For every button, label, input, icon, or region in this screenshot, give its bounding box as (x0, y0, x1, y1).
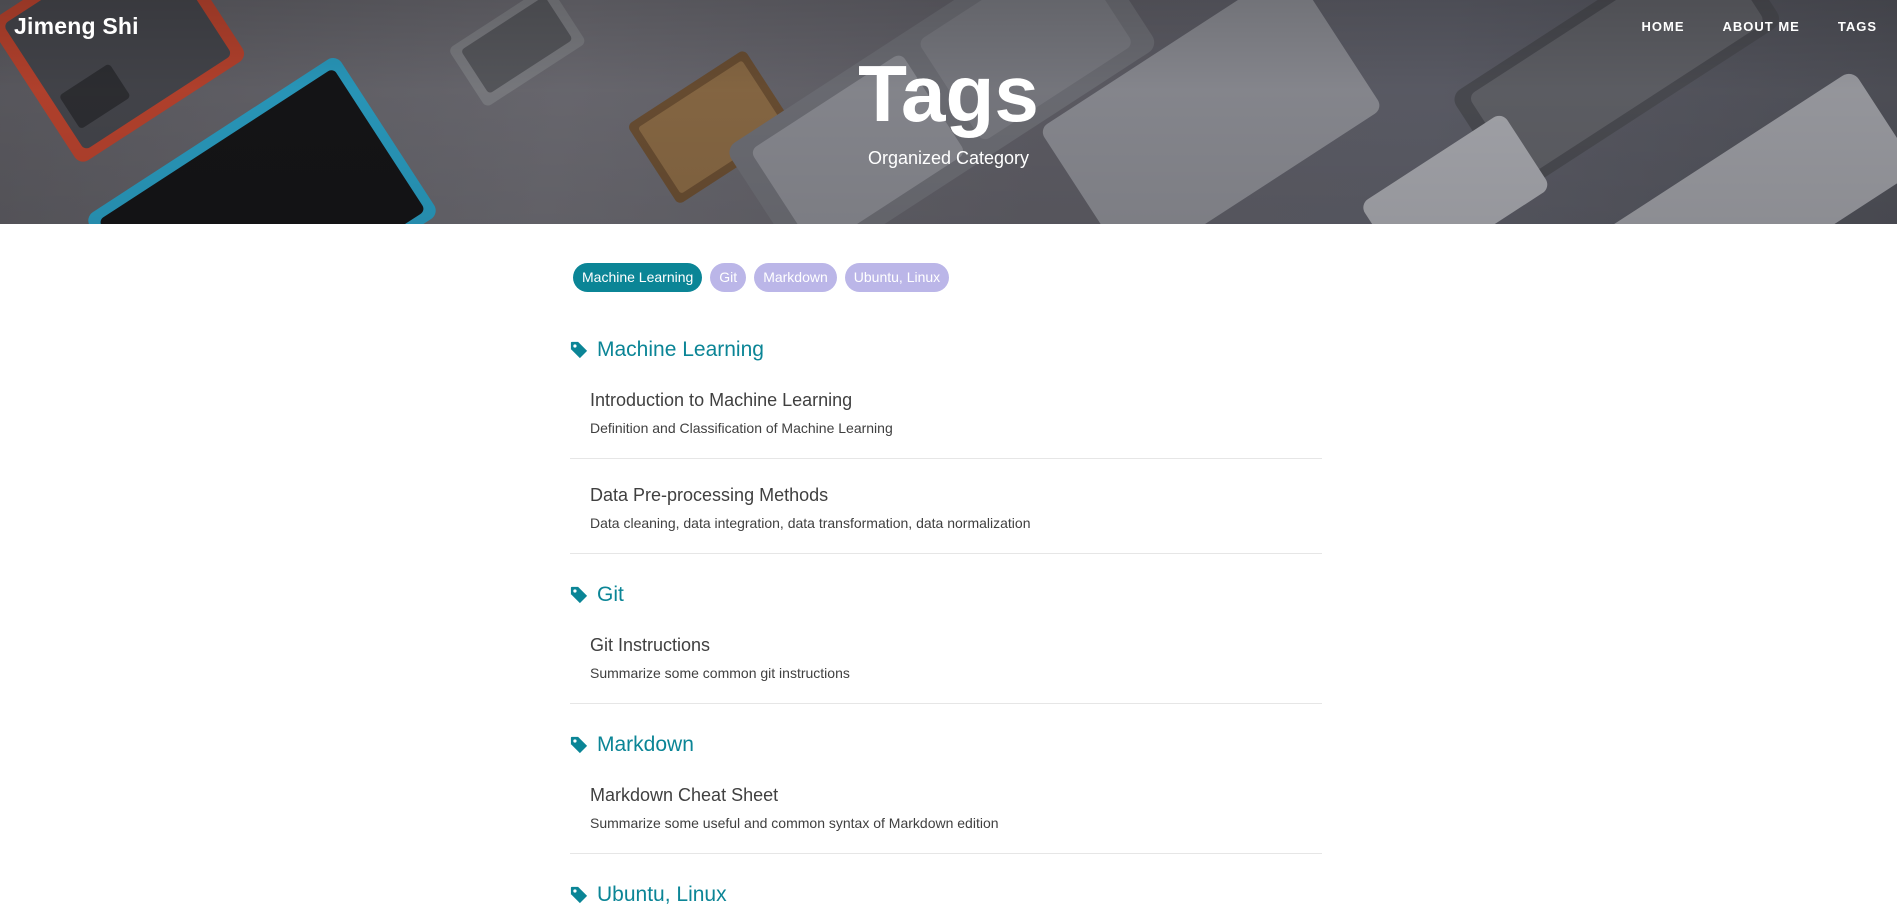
post-preview[interactable]: Introduction to Machine Learning Definit… (570, 364, 1322, 459)
top-nav: HOME ABOUT ME TAGS (1604, 19, 1878, 34)
nav-home-link[interactable]: HOME (1642, 19, 1685, 34)
post-subtitle: Data cleaning, data integration, data tr… (590, 515, 1031, 531)
nav-tags-link[interactable]: TAGS (1838, 19, 1877, 34)
tag-heading: Machine Learning (570, 336, 1322, 364)
tag-pill-ubuntu-linux[interactable]: Ubuntu, Linux (844, 263, 950, 292)
tag-pill-git[interactable]: Git (710, 263, 747, 292)
tag-heading: Markdown (570, 731, 1322, 759)
post-title[interactable]: Introduction to Machine Learning (590, 364, 1322, 412)
tag-heading-label: Machine Learning (597, 338, 764, 361)
tag-heading-label: Git (597, 583, 624, 606)
tag-heading-label: Markdown (597, 733, 694, 756)
tag-cloud: Machine Learning Git Markdown Ubuntu, Li… (573, 263, 1322, 292)
tag-icon (570, 341, 588, 359)
post-subtitle: Definition and Classification of Machine… (590, 420, 893, 436)
tag-icon (570, 886, 588, 904)
tag-heading: Ubuntu, Linux (570, 881, 1322, 909)
tag-pill-markdown[interactable]: Markdown (754, 263, 837, 292)
tag-section-git: Git Git Instructions Summarize some comm… (570, 581, 1322, 704)
post-preview[interactable]: Data Pre-processing Methods Data cleanin… (570, 459, 1322, 554)
tag-section-ubuntu-linux: Ubuntu, Linux (570, 881, 1322, 909)
tag-heading: Git (570, 581, 1322, 609)
page-subtitle: Organized Category (867, 148, 1030, 168)
tag-pill-machine-learning[interactable]: Machine Learning (573, 263, 703, 292)
post-title[interactable]: Markdown Cheat Sheet (590, 759, 1322, 807)
tag-icon (570, 586, 588, 604)
nav-about-link[interactable]: ABOUT ME (1723, 19, 1800, 34)
page-header: Jimeng Shi HOME ABOUT ME TAGS Tags Organ… (0, 0, 1897, 224)
post-subtitle: Summarize some common git instructions (590, 665, 850, 681)
post-preview[interactable]: Git Instructions Summarize some common g… (570, 609, 1322, 704)
tags-content: Machine Learning Git Markdown Ubuntu, Li… (570, 263, 1322, 909)
tag-section-markdown: Markdown Markdown Cheat Sheet Summarize … (570, 731, 1322, 854)
post-preview[interactable]: Markdown Cheat Sheet Summarize some usef… (570, 759, 1322, 854)
tag-icon (570, 736, 588, 754)
post-title[interactable]: Git Instructions (590, 609, 1322, 657)
post-title[interactable]: Data Pre-processing Methods (590, 459, 1322, 507)
tag-heading-label: Ubuntu, Linux (597, 883, 727, 906)
tag-section-machine-learning: Machine Learning Introduction to Machine… (570, 336, 1322, 554)
page-title: Tags (858, 49, 1039, 138)
brand-link[interactable]: Jimeng Shi (14, 13, 139, 40)
post-subtitle: Summarize some useful and common syntax … (590, 815, 999, 831)
